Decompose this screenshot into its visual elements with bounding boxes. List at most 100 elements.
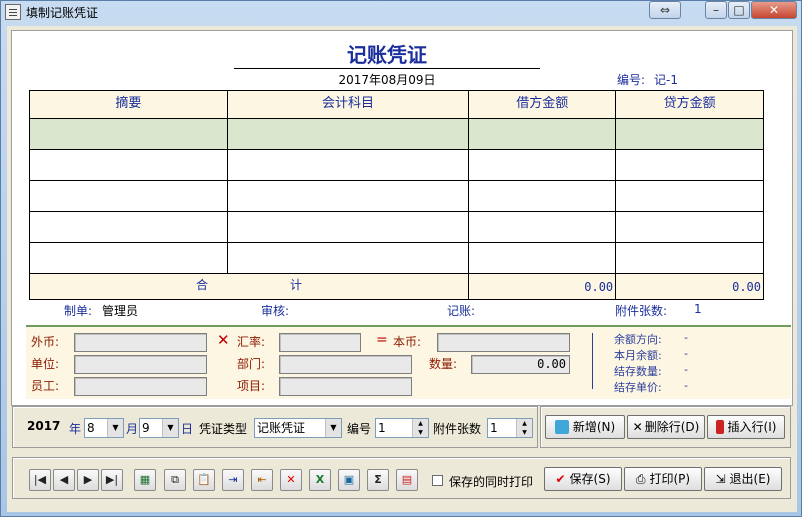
summary-cell[interactable]: [29, 242, 228, 274]
table-row[interactable]: [29, 242, 764, 274]
account-cell[interactable]: [226, 242, 470, 274]
chevron-down-icon[interactable]: ▼: [107, 419, 123, 437]
currency-field[interactable]: [74, 333, 207, 352]
credit-cell[interactable]: [615, 180, 764, 212]
close-button[interactable]: ✕: [751, 1, 797, 19]
sum-icon[interactable]: Σ: [367, 469, 389, 491]
account-cell[interactable]: [226, 180, 470, 212]
table-row[interactable]: [29, 211, 764, 243]
grid-header-row: 摘要 会计科目 借方金额 贷方金额: [29, 90, 764, 119]
excel-icon[interactable]: X: [309, 469, 331, 491]
save-template-icon[interactable]: ▣: [338, 469, 360, 491]
maker-label: 制单:: [64, 304, 93, 318]
col-debit-header: 借方金额: [468, 90, 617, 119]
copy-icon[interactable]: ⧉: [164, 469, 186, 491]
table-row[interactable]: [29, 180, 764, 212]
month-select[interactable]: 8 ▼: [84, 418, 124, 438]
total-label-ji: 计: [290, 278, 303, 292]
voucher-date: 2017年08月09日: [338, 73, 436, 87]
minimize-button[interactable]: –: [705, 1, 727, 19]
summary-cell[interactable]: [29, 118, 228, 150]
account-cell[interactable]: [226, 149, 470, 181]
print-on-save-checkbox[interactable]: [432, 475, 443, 486]
delete-row-button[interactable]: ✕ 删除行(D): [627, 415, 705, 439]
project-field[interactable]: [279, 377, 412, 396]
window-title: 填制记账凭证: [26, 6, 99, 20]
table-row[interactable]: [29, 149, 764, 181]
voucher-type-value: 记账凭证: [257, 421, 306, 435]
print-on-save-label: 保存的同时打印: [449, 475, 534, 489]
client-area: 记账凭证 2017年08月09日 编号: 记-1 摘要 会计科目 借方金额 贷方…: [7, 26, 797, 512]
exit-button[interactable]: ⇲ 退出(E): [704, 467, 782, 491]
credit-cell[interactable]: [615, 118, 764, 150]
qty-field[interactable]: 0.00: [471, 355, 570, 374]
app-icon: [5, 4, 21, 20]
credit-cell[interactable]: [615, 149, 764, 181]
paste-icon[interactable]: 📋: [193, 469, 215, 491]
debit-cell[interactable]: [468, 149, 617, 181]
col-credit-header: 贷方金额: [615, 90, 764, 119]
currency-label: 外币:: [31, 335, 60, 349]
staff-label: 员工:: [31, 379, 60, 393]
summary-cell[interactable]: [29, 149, 228, 181]
credit-cell[interactable]: [615, 211, 764, 243]
calculator-icon[interactable]: ▦: [134, 469, 156, 491]
insert-row-button[interactable]: 插入行(I): [707, 415, 785, 439]
export-icon[interactable]: ⇤: [251, 469, 273, 491]
stock-qty-label: 结存数量:: [614, 365, 662, 378]
table-row[interactable]: [29, 118, 764, 150]
debit-cell[interactable]: [468, 242, 617, 274]
add-button[interactable]: 新增(N): [545, 415, 625, 439]
detail-icon[interactable]: ▤: [396, 469, 418, 491]
staff-field[interactable]: [74, 377, 207, 396]
equals-icon: =: [376, 332, 388, 348]
day-value: 9: [142, 421, 150, 435]
print-button[interactable]: ⎙ 打印(P): [624, 467, 702, 491]
next-record-icon[interactable]: ▶: [77, 469, 99, 491]
year-label: 年: [69, 422, 82, 436]
unit-label: 单位:: [31, 357, 60, 371]
account-cell[interactable]: [226, 118, 470, 150]
account-cell[interactable]: [226, 211, 470, 243]
chevron-down-icon[interactable]: ▼: [162, 419, 178, 437]
import-icon[interactable]: ⇥: [222, 469, 244, 491]
summary-cell[interactable]: [29, 180, 228, 212]
stock-qty-value: -: [684, 363, 688, 376]
debit-cell[interactable]: [468, 180, 617, 212]
total-row: 合 计 0.00 0.00: [28, 273, 764, 300]
voucher-window: 填制记账凭证 ⇔ – □ ✕ 记账凭证 2017年08月09日 编号: 记-1 …: [0, 0, 802, 517]
voucher-type-select[interactable]: 记账凭证 ▼: [254, 418, 342, 438]
maximize-button[interactable]: □: [728, 1, 750, 19]
spin-arrows-icon[interactable]: ▲ ▼: [516, 419, 532, 437]
number-stepper[interactable]: 1 ▲ ▼: [375, 418, 429, 438]
insert-row-icon: [715, 420, 724, 434]
rate-field[interactable]: [279, 333, 361, 352]
restore-icon[interactable]: ⇔: [649, 1, 681, 19]
voucher-number-label: 编号:: [617, 73, 646, 87]
base-currency-field[interactable]: [437, 333, 570, 352]
unit-field[interactable]: [74, 355, 207, 374]
debit-cell[interactable]: [468, 211, 617, 243]
reviewer-label: 审核:: [261, 304, 290, 318]
voucher-grid: 摘要 会计科目 借方金额 贷方金额 合 计 0.00 0.00: [28, 90, 764, 300]
year-value: 2017: [27, 419, 61, 433]
spin-arrows-icon[interactable]: ▲ ▼: [412, 419, 428, 437]
attach-stepper[interactable]: 1 ▲ ▼: [487, 418, 533, 438]
voucher-header-controls: 2017 年 8 ▼ 月 9 ▼ 日 凭证类型 记账凭证 ▼ 编号 1 ▲ ▼ 附件张数 …: [12, 406, 538, 448]
summary-cell[interactable]: [29, 211, 228, 243]
prev-record-icon[interactable]: ◀: [53, 469, 75, 491]
add-button-label: 新增(N): [572, 420, 616, 434]
exit-icon: ⇲: [715, 472, 726, 486]
credit-cell[interactable]: [615, 242, 764, 274]
month-value: 8: [87, 421, 95, 435]
project-label: 项目:: [237, 379, 266, 393]
debit-cell[interactable]: [468, 118, 617, 150]
maker-name: 管理员: [102, 304, 139, 318]
dept-field[interactable]: [279, 355, 412, 374]
day-select[interactable]: 9 ▼: [139, 418, 179, 438]
last-record-icon[interactable]: ▶|: [101, 469, 123, 491]
save-button[interactable]: ✔ 保存(S): [544, 467, 622, 491]
chevron-down-icon[interactable]: ▼: [325, 419, 341, 437]
first-record-icon[interactable]: |◀: [29, 469, 51, 491]
delete-icon[interactable]: ✕: [280, 469, 302, 491]
